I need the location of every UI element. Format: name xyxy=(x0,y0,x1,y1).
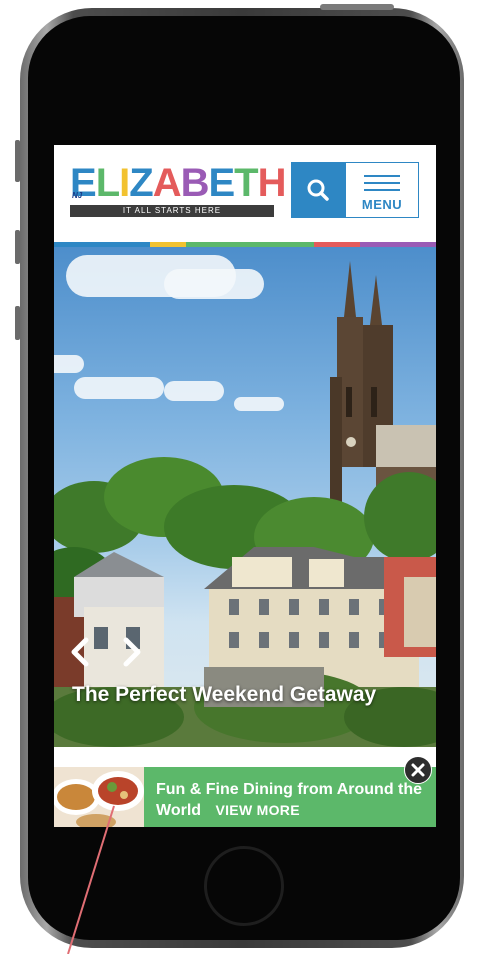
annotation-pointer xyxy=(67,805,115,954)
